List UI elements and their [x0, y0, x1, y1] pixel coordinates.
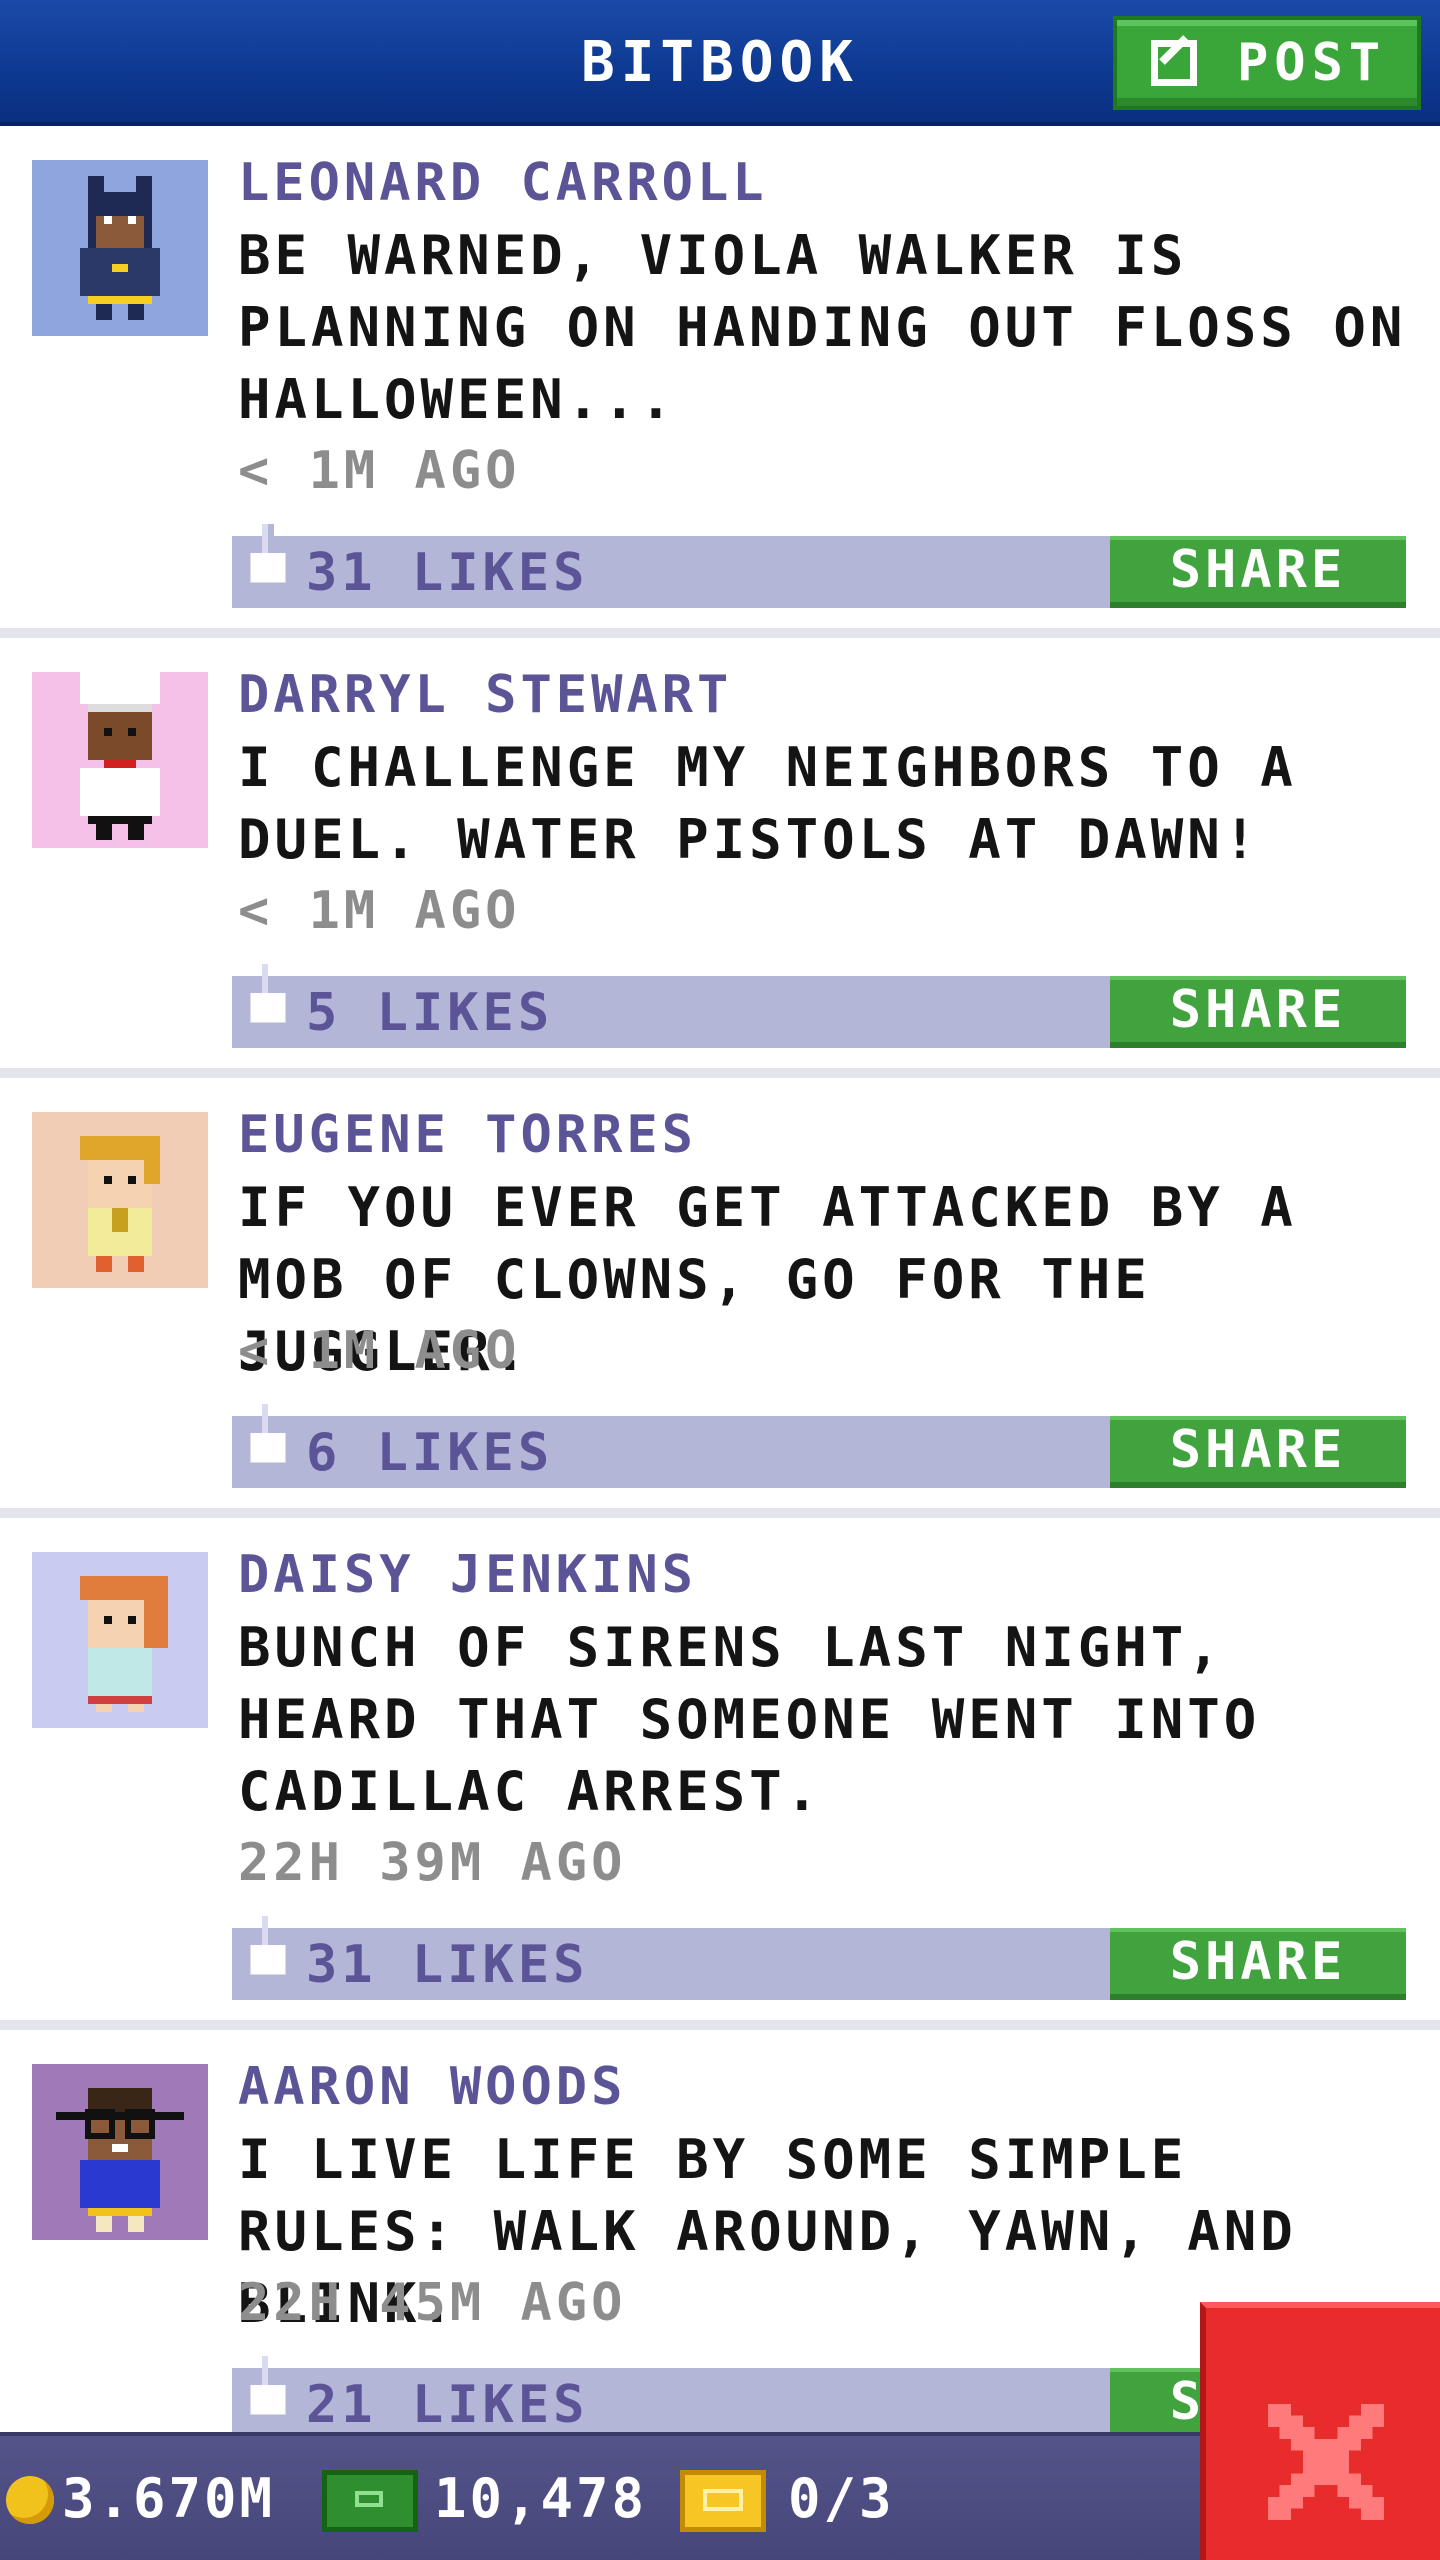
share-button[interactable]: SHARE	[1110, 976, 1406, 1048]
close-icon	[1268, 2404, 1384, 2520]
post-text: BUNCH OF SIRENS LAST NIGHT, HEARD THAT S…	[238, 1616, 1261, 1823]
post-author[interactable]: EUGENE TORRES	[238, 1100, 697, 1170]
likes-bar: 5 LIKES SHARE	[232, 964, 1406, 1048]
compose-icon	[1151, 40, 1197, 86]
thumbs-up-icon	[250, 524, 286, 583]
post-timestamp: 22H 45M AGO	[238, 2273, 627, 2333]
bux-count: 10,478	[434, 2467, 648, 2530]
coin-icon	[6, 2476, 54, 2524]
list-item: EUGENE TORRES IF YOU EVER GET ATTACKED B…	[0, 1078, 1440, 1518]
post-author[interactable]: DAISY JENKINS	[238, 1540, 697, 1610]
post-author[interactable]: AARON WOODS	[238, 2052, 626, 2122]
post-author[interactable]: DARRYL STEWART	[238, 660, 732, 730]
post-author[interactable]: LEONARD CARROLL	[238, 148, 768, 218]
thumbs-up-icon	[250, 1404, 286, 1463]
feed-list[interactable]: LEONARD CARROLL BE WARNED, VIOLA WALKER …	[0, 126, 1440, 2470]
post-timestamp: 22H 39M AGO	[238, 1833, 627, 1893]
share-button[interactable]: SHARE	[1110, 536, 1406, 608]
list-item: LEONARD CARROLL BE WARNED, VIOLA WALKER …	[0, 126, 1440, 638]
glasses-person-avatar	[32, 2064, 208, 2240]
list-item: DAISY JENKINS BUNCH OF SIRENS LAST NIGHT…	[0, 1518, 1440, 2030]
bux-icon	[322, 2470, 418, 2532]
likes-count: 31 LIKES	[306, 1935, 589, 1995]
post-text: BE WARNED, VIOLA WALKER IS PLANNING ON H…	[238, 224, 1407, 431]
likes-count: 21 LIKES	[306, 2375, 589, 2435]
thumbs-up-icon	[250, 2356, 286, 2415]
redhead-person-avatar	[32, 1552, 208, 1728]
share-button[interactable]: SHARE	[1110, 1416, 1406, 1488]
thumbs-up-icon	[250, 1916, 286, 1975]
blond-person-avatar	[32, 1112, 208, 1288]
thumbs-up-icon	[250, 964, 286, 1023]
chef-avatar	[32, 672, 208, 848]
likes-count: 5 LIKES	[306, 983, 554, 1043]
likes-bar: 6 LIKES SHARE	[232, 1404, 1406, 1488]
tickets-count: 0/3	[788, 2467, 895, 2530]
top-header: BITBOOK POST	[0, 0, 1440, 126]
post-button[interactable]: POST	[1113, 16, 1421, 110]
list-item: DARRYL STEWART I CHALLENGE MY NEIGHBORS …	[0, 638, 1440, 1078]
likes-count: 6 LIKES	[306, 1423, 554, 1483]
batman-costume-avatar	[32, 160, 208, 336]
close-button[interactable]	[1200, 2302, 1440, 2560]
post-timestamp: < 1M AGO	[238, 1321, 521, 1381]
likes-bar: 31 LIKES SHARE	[232, 524, 1406, 608]
post-timestamp: < 1M AGO	[238, 881, 521, 941]
likes-bar: 31 LIKES SHARE	[232, 1916, 1406, 2000]
post-text: I CHALLENGE MY NEIGHBORS TO A DUEL. WATE…	[238, 736, 1297, 871]
coins-count: 3.670M	[62, 2467, 276, 2530]
share-button[interactable]: SHARE	[1110, 1928, 1406, 2000]
ticket-icon	[680, 2470, 766, 2532]
post-timestamp: < 1M AGO	[238, 441, 521, 501]
post-button-label: POST	[1237, 33, 1387, 93]
likes-count: 31 LIKES	[306, 543, 589, 603]
